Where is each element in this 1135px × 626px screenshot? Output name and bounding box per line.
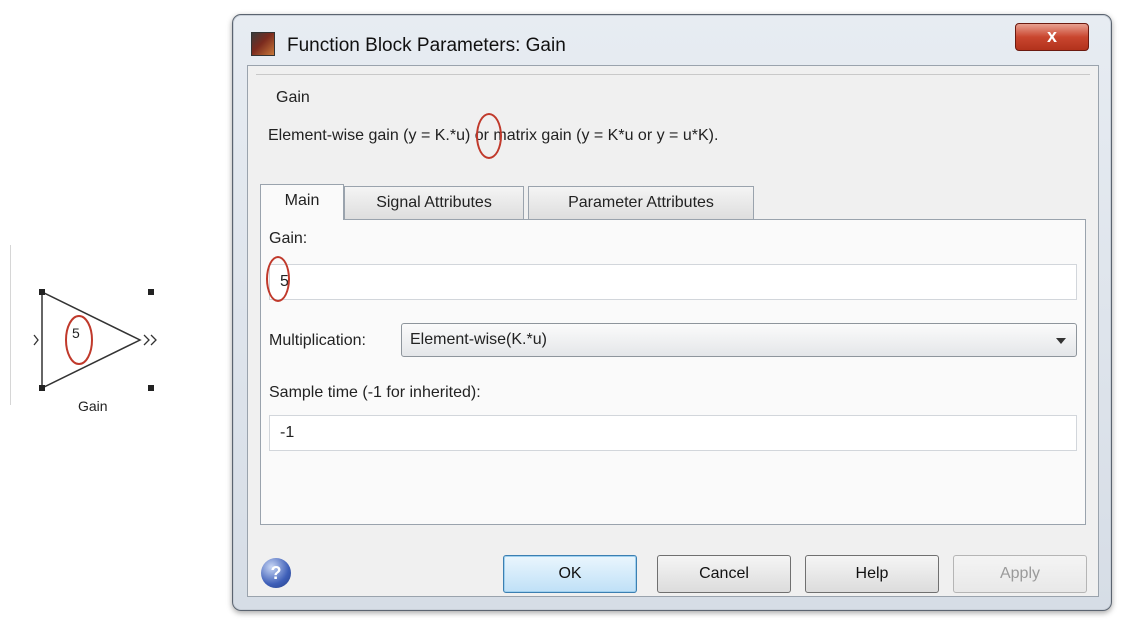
resize-handle [148, 289, 154, 295]
description-group: Gain Element-wise gain (y = K.*u) or mat… [256, 74, 1090, 185]
close-button[interactable]: x [1015, 23, 1089, 51]
title-bar[interactable]: Function Block Parameters: Gain x [233, 15, 1111, 65]
multiplication-label: Multiplication: [269, 332, 366, 349]
tab-parameter-attributes[interactable]: Parameter Attributes [528, 186, 754, 219]
dropdown-arrow-icon [1056, 338, 1066, 344]
multiplication-selected-value: Element-wise(K.*u) [410, 331, 547, 348]
main-tab-panel: Gain: 5 Multiplication: Element-wise(K.*… [260, 219, 1086, 525]
resize-handle [39, 289, 45, 295]
resize-handle [148, 385, 154, 391]
annotation-circle [476, 113, 502, 159]
tab-signal-attributes[interactable]: Signal Attributes [344, 186, 524, 219]
block-name-label: Gain [78, 398, 108, 414]
window-title: Function Block Parameters: Gain [287, 35, 566, 56]
gain-label: Gain: [269, 230, 308, 247]
sample-time-input[interactable]: -1 [269, 415, 1077, 451]
apply-button[interactable]: Apply [953, 555, 1087, 593]
dialog-body: Gain Element-wise gain (y = K.*u) or mat… [247, 65, 1099, 597]
annotation-circle [266, 256, 290, 302]
description-title: Gain [276, 89, 310, 106]
gain-input[interactable]: 5 [269, 264, 1077, 300]
help-question-icon[interactable]: ? [261, 558, 291, 588]
ok-button[interactable]: OK [503, 555, 637, 593]
gain-block[interactable] [10, 245, 180, 405]
sample-time-label: Sample time (-1 for inherited): [269, 384, 481, 401]
simulink-app-icon [251, 32, 275, 56]
help-button[interactable]: Help [805, 555, 939, 593]
resize-handle [39, 385, 45, 391]
tab-main[interactable]: Main [260, 184, 344, 220]
cancel-button[interactable]: Cancel [657, 555, 791, 593]
multiplication-dropdown[interactable]: Element-wise(K.*u) [401, 323, 1077, 357]
block-gain-value: 5 [72, 325, 80, 341]
gain-block-area: 5 Gain [10, 245, 180, 414]
function-block-parameters-dialog: Function Block Parameters: Gain x Gain E… [232, 14, 1112, 611]
